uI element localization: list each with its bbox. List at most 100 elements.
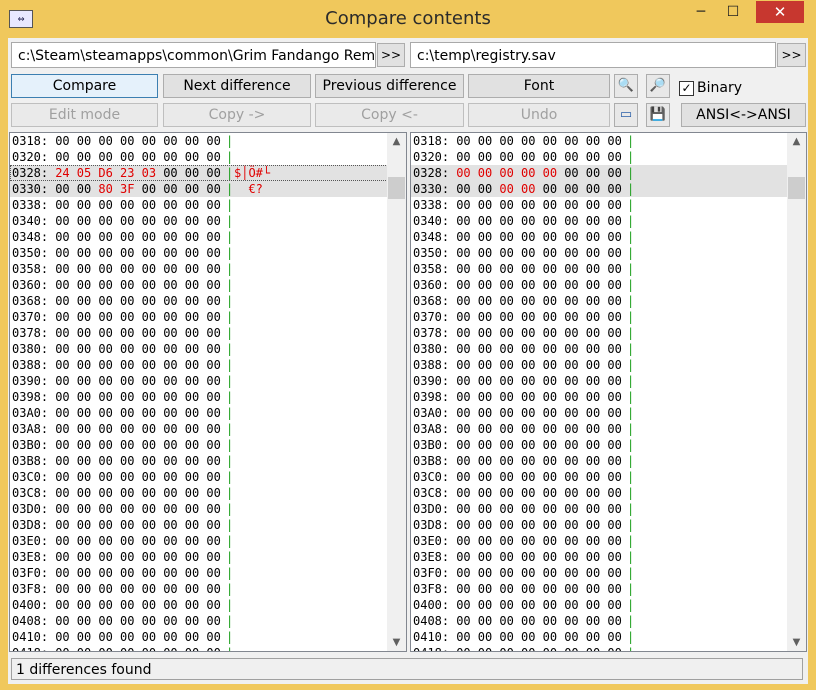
hex-byte[interactable]: 00 — [142, 645, 156, 651]
hex-byte[interactable]: 00 — [163, 421, 177, 437]
hex-byte[interactable]: 00 — [478, 549, 492, 565]
hex-byte[interactable]: 00 — [98, 261, 112, 277]
hex-byte[interactable]: 00 — [163, 165, 177, 181]
left-hex-row[interactable]: 0348: 00 00 00 00 00 00 00 00 | — [10, 229, 388, 245]
hex-byte[interactable]: 00 — [586, 261, 600, 277]
hex-byte[interactable]: 00 — [98, 565, 112, 581]
hex-byte[interactable]: 00 — [163, 245, 177, 261]
hex-byte[interactable]: 00 — [521, 277, 535, 293]
hex-byte[interactable]: 00 — [586, 341, 600, 357]
hex-byte[interactable]: 00 — [499, 629, 513, 645]
hex-byte[interactable]: 00 — [98, 229, 112, 245]
hex-byte[interactable]: 00 — [456, 341, 470, 357]
hex-byte[interactable]: 00 — [77, 565, 91, 581]
hex-byte[interactable]: 00 — [98, 645, 112, 651]
hex-byte[interactable]: 00 — [55, 581, 69, 597]
hex-byte[interactable]: 00 — [564, 261, 578, 277]
hex-byte[interactable]: 00 — [163, 149, 177, 165]
hex-byte[interactable]: 00 — [586, 309, 600, 325]
hex-byte[interactable]: 00 — [586, 629, 600, 645]
window-view-icon[interactable]: ▭ — [614, 103, 638, 127]
hex-byte[interactable]: 00 — [77, 453, 91, 469]
right-hex-row[interactable]: 0358: 00 00 00 00 00 00 00 00 | — [411, 261, 789, 277]
hex-byte[interactable]: 00 — [607, 373, 621, 389]
hex-byte[interactable]: 00 — [456, 597, 470, 613]
right-hex-row[interactable]: 0318: 00 00 00 00 00 00 00 00 | — [411, 133, 789, 149]
hex-byte[interactable]: 00 — [98, 341, 112, 357]
hex-byte[interactable]: 00 — [163, 597, 177, 613]
hex-byte[interactable]: 00 — [120, 565, 134, 581]
hex-byte[interactable]: 00 — [607, 581, 621, 597]
hex-byte[interactable]: 00 — [142, 277, 156, 293]
hex-byte[interactable]: 00 — [55, 133, 69, 149]
hex-byte[interactable]: 00 — [206, 581, 220, 597]
previous-difference-button[interactable]: Previous difference — [315, 74, 464, 98]
right-hex-row[interactable]: 0350: 00 00 00 00 00 00 00 00 | — [411, 245, 789, 261]
hex-byte[interactable]: 00 — [55, 453, 69, 469]
hex-byte[interactable]: 00 — [185, 277, 199, 293]
hex-byte[interactable]: 00 — [456, 469, 470, 485]
hex-byte[interactable]: 00 — [607, 597, 621, 613]
hex-byte[interactable]: 00 — [521, 341, 535, 357]
hex-byte[interactable]: 00 — [120, 597, 134, 613]
hex-byte[interactable]: 00 — [120, 325, 134, 341]
left-hex-row[interactable]: 0358: 00 00 00 00 00 00 00 00 | — [10, 261, 388, 277]
hex-byte[interactable]: 00 — [499, 277, 513, 293]
hex-byte[interactable]: 00 — [607, 229, 621, 245]
hex-byte[interactable]: 00 — [456, 485, 470, 501]
hex-byte[interactable]: 00 — [499, 421, 513, 437]
hex-byte[interactable]: 00 — [478, 565, 492, 581]
hex-byte[interactable]: 00 — [586, 565, 600, 581]
hex-byte[interactable]: 00 — [586, 533, 600, 549]
left-hex-row[interactable]: 0410: 00 00 00 00 00 00 00 00 | — [10, 629, 388, 645]
hex-byte[interactable]: 00 — [521, 133, 535, 149]
hex-byte[interactable]: 00 — [543, 501, 557, 517]
left-hex-pane[interactable]: 0318: 00 00 00 00 00 00 00 00 | 0320: 00 00 00 00 00 00 0… — [9, 132, 407, 652]
hex-byte[interactable]: 00 — [607, 613, 621, 629]
hex-byte[interactable]: 00 — [185, 405, 199, 421]
hex-byte[interactable]: 00 — [521, 389, 535, 405]
hex-byte[interactable]: 00 — [55, 517, 69, 533]
left-hex-row[interactable]: 0350: 00 00 00 00 00 00 00 00 | — [10, 245, 388, 261]
hex-byte[interactable]: 00 — [55, 357, 69, 373]
hex-byte[interactable]: 00 — [586, 469, 600, 485]
hex-byte[interactable]: 00 — [185, 181, 199, 197]
hex-byte[interactable]: 00 — [456, 245, 470, 261]
hex-byte[interactable]: 00 — [142, 469, 156, 485]
hex-byte[interactable]: 00 — [586, 245, 600, 261]
hex-byte[interactable]: 00 — [163, 437, 177, 453]
hex-byte[interactable]: 00 — [185, 133, 199, 149]
hex-byte[interactable]: 00 — [543, 197, 557, 213]
hex-byte[interactable]: 00 — [543, 629, 557, 645]
hex-byte[interactable]: 00 — [185, 213, 199, 229]
hex-byte[interactable]: 00 — [142, 309, 156, 325]
hex-byte[interactable]: 00 — [142, 245, 156, 261]
left-hex-row[interactable]: 0400: 00 00 00 00 00 00 00 00 | — [10, 597, 388, 613]
left-hex-row[interactable]: 0388: 00 00 00 00 00 00 00 00 | — [10, 357, 388, 373]
hex-byte[interactable]: 00 — [521, 549, 535, 565]
hex-byte[interactable]: 00 — [564, 517, 578, 533]
hex-byte[interactable]: 00 — [456, 581, 470, 597]
hex-byte[interactable]: 00 — [521, 421, 535, 437]
left-hex-row[interactable]: 0328: 24 05 D6 23 03 00 00 00 | $│Ö#└ — [10, 165, 388, 181]
hex-byte[interactable]: 00 — [163, 613, 177, 629]
right-hex-row[interactable]: 0348: 00 00 00 00 00 00 00 00 | — [411, 229, 789, 245]
left-hex-row[interactable]: 03A8: 00 00 00 00 00 00 00 00 | — [10, 421, 388, 437]
hex-byte[interactable]: 00 — [163, 277, 177, 293]
hex-byte[interactable]: 00 — [543, 565, 557, 581]
hex-byte[interactable]: 00 — [142, 405, 156, 421]
hex-byte[interactable]: 00 — [120, 277, 134, 293]
hex-byte[interactable]: 00 — [77, 357, 91, 373]
hex-byte[interactable]: 00 — [185, 389, 199, 405]
hex-byte[interactable]: 00 — [478, 597, 492, 613]
hex-byte[interactable]: 00 — [163, 197, 177, 213]
hex-byte[interactable]: 00 — [55, 389, 69, 405]
hex-byte[interactable]: 00 — [163, 213, 177, 229]
hex-byte[interactable]: 00 — [607, 485, 621, 501]
left-hex-row[interactable]: 03F8: 00 00 00 00 00 00 00 00 | — [10, 581, 388, 597]
hex-byte[interactable]: 00 — [521, 453, 535, 469]
hex-byte[interactable]: 00 — [98, 149, 112, 165]
hex-byte[interactable]: 00 — [163, 517, 177, 533]
hex-byte[interactable]: 00 — [185, 581, 199, 597]
hex-byte[interactable]: 00 — [586, 213, 600, 229]
